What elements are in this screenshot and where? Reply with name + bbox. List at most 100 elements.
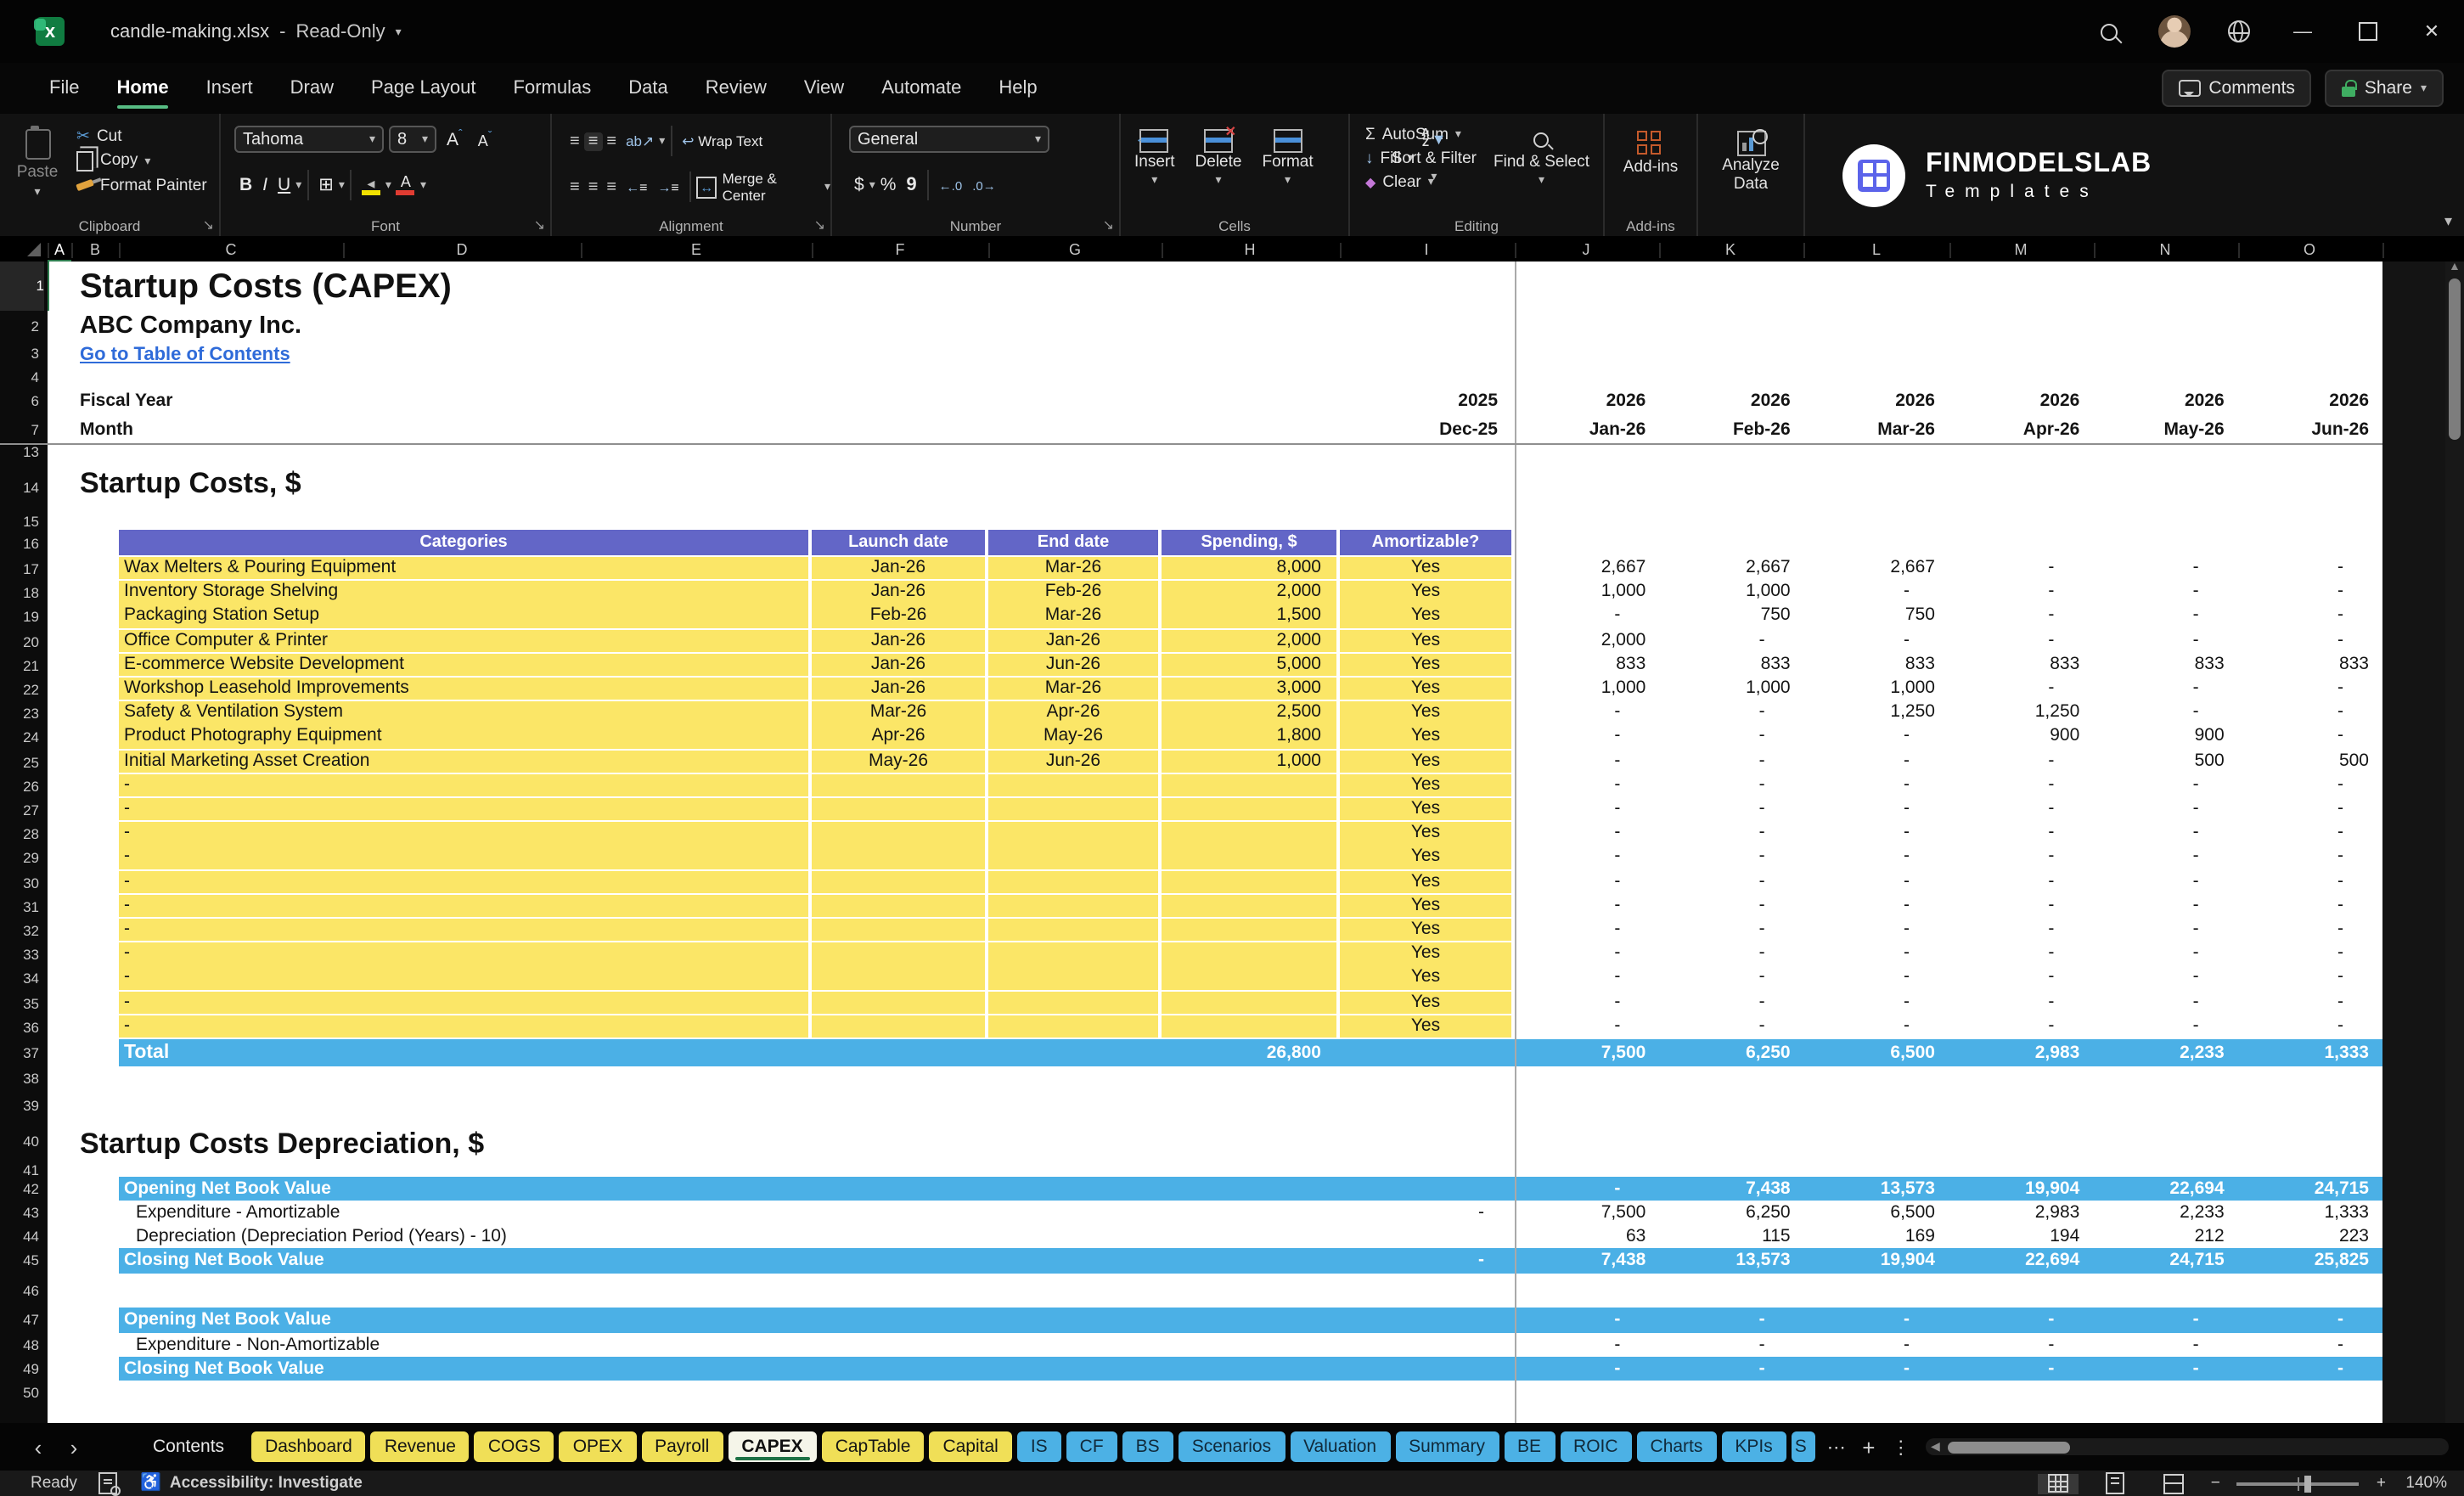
cell-monthly-value[interactable]: - bbox=[1804, 822, 1949, 845]
row-header-20[interactable]: 20 bbox=[0, 629, 39, 653]
dep-value-cell[interactable]: - bbox=[1949, 1357, 2093, 1381]
table-header-launch-date[interactable]: Launch date bbox=[812, 530, 985, 555]
cell-monthly-value[interactable]: - bbox=[1949, 919, 2093, 942]
insert-cells-button[interactable]: Insert▾ bbox=[1134, 129, 1175, 190]
row-header-40[interactable]: 40 bbox=[0, 1119, 39, 1165]
chevron-down-icon[interactable]: ▾ bbox=[339, 178, 345, 192]
cell-monthly-value[interactable]: - bbox=[2093, 895, 2237, 918]
row-header-6[interactable]: 6 bbox=[0, 387, 39, 416]
dep-value-cell[interactable]: 7,438 bbox=[1659, 1177, 1803, 1201]
column-header-J[interactable]: J bbox=[1583, 238, 1590, 262]
cell-monthly-value[interactable]: 750 bbox=[1659, 605, 1803, 628]
sheet-tab-kpis[interactable]: KPIs bbox=[1721, 1431, 1786, 1462]
dep-value-cell[interactable]: - bbox=[1804, 1357, 1949, 1381]
dep-row-label[interactable]: Expenditure - Amortizable bbox=[136, 1201, 849, 1224]
cell-monthly-value[interactable]: - bbox=[1949, 798, 2093, 821]
cell-launch-date[interactable]: Feb-26 bbox=[812, 605, 985, 628]
cell-category[interactable]: - bbox=[119, 1015, 808, 1038]
cell-monthly-value[interactable]: 2,667 bbox=[1515, 557, 1659, 580]
menu-tab-help[interactable]: Help bbox=[980, 63, 1055, 114]
cell-category[interactable]: - bbox=[119, 894, 808, 918]
borders-button[interactable]: ⊞ bbox=[313, 175, 339, 195]
cell-monthly-value[interactable]: 1,000 bbox=[1515, 581, 1659, 604]
addins-button[interactable]: Add-ins bbox=[1605, 131, 1696, 177]
cell-monthly-value[interactable]: - bbox=[1949, 967, 2093, 990]
cell-monthly-value[interactable]: - bbox=[1659, 991, 1803, 1014]
menu-tab-review[interactable]: Review bbox=[687, 63, 785, 114]
cell-spending[interactable]: 8,000 bbox=[1162, 557, 1336, 580]
menu-tab-home[interactable]: Home bbox=[98, 63, 187, 114]
dialog-launcher-icon[interactable]: ↘ bbox=[203, 217, 214, 233]
cell-monthly-value[interactable]: - bbox=[2093, 678, 2237, 700]
horizontal-scrollbar-thumb[interactable] bbox=[1948, 1441, 2070, 1453]
column-header-G[interactable]: G bbox=[1069, 238, 1081, 262]
share-button[interactable]: Share ▾ bbox=[2325, 70, 2444, 107]
sheet-tab-charts[interactable]: Charts bbox=[1636, 1431, 1717, 1462]
sheet-tab-cf[interactable]: CF bbox=[1066, 1431, 1117, 1462]
cell-spending[interactable]: 2,000 bbox=[1162, 581, 1336, 605]
column-header-O[interactable]: O bbox=[2304, 238, 2315, 262]
row-header-26[interactable]: 26 bbox=[0, 774, 39, 798]
cell-monthly-value[interactable]: - bbox=[1659, 798, 1803, 821]
cell-monthly-value[interactable]: - bbox=[2238, 895, 2382, 918]
dep-value-cell[interactable]: 22,694 bbox=[1949, 1248, 2093, 1274]
dep-value-cell[interactable]: 223 bbox=[2238, 1224, 2382, 1248]
dep-value-cell[interactable]: - bbox=[2238, 1357, 2382, 1381]
row-header-19[interactable]: 19 bbox=[0, 605, 39, 629]
cell-category[interactable]: E-commerce Website Development bbox=[119, 653, 808, 677]
increase-indent-button[interactable]: →≡ bbox=[652, 179, 684, 194]
account-avatar[interactable] bbox=[2141, 0, 2206, 63]
cell-monthly-value[interactable]: - bbox=[1949, 629, 2093, 652]
cell-category[interactable]: - bbox=[119, 966, 808, 990]
zoom-in-button[interactable]: + bbox=[2377, 1474, 2386, 1493]
chevron-down-icon[interactable]: ▾ bbox=[824, 180, 830, 194]
sheet-tab-valuation[interactable]: Valuation bbox=[1290, 1431, 1391, 1462]
wrap-text-button[interactable]: ↩ Wrap Text bbox=[677, 132, 768, 150]
cell-monthly-value[interactable]: - bbox=[2238, 846, 2382, 869]
cell-amortizable[interactable]: Yes bbox=[1340, 773, 1511, 797]
cell-monthly-value[interactable]: - bbox=[1515, 1015, 1659, 1038]
cell-monthly-value[interactable]: - bbox=[2238, 870, 2382, 893]
cell-amortizable[interactable]: Yes bbox=[1340, 605, 1511, 628]
dep-row-label[interactable]: Depreciation (Depreciation Period (Years… bbox=[136, 1224, 849, 1248]
chevron-down-icon[interactable]: ▾ bbox=[420, 178, 426, 192]
sort-filter-button[interactable]: A Z ▼ Sort & Filter ▾ bbox=[1392, 128, 1477, 190]
cell-amortizable[interactable]: Yes bbox=[1340, 846, 1511, 869]
dep-value-cell[interactable]: 169 bbox=[1804, 1224, 1949, 1248]
table-header-end-date[interactable]: End date bbox=[988, 530, 1158, 555]
column-header-I[interactable]: I bbox=[1424, 238, 1428, 262]
sheet-tab-is[interactable]: IS bbox=[1016, 1431, 1061, 1462]
collapse-ribbon-icon[interactable]: ▾ bbox=[2444, 212, 2452, 231]
cell-monthly-value[interactable]: - bbox=[1659, 726, 1803, 749]
cell-launch-date[interactable]: Apr-26 bbox=[812, 725, 985, 749]
row-header-23[interactable]: 23 bbox=[0, 701, 39, 725]
cell-monthly-value[interactable]: - bbox=[2238, 798, 2382, 821]
zoom-out-button[interactable]: − bbox=[2211, 1474, 2220, 1493]
cell-monthly-value[interactable]: 1,250 bbox=[1804, 701, 1949, 724]
row-header-32[interactable]: 32 bbox=[0, 919, 39, 942]
cell-monthly-value[interactable]: 2,667 bbox=[1659, 557, 1803, 580]
cell-launch-date[interactable] bbox=[812, 991, 985, 1014]
dialog-launcher-icon[interactable]: ↘ bbox=[534, 217, 545, 233]
cell-monthly-value[interactable]: - bbox=[1949, 870, 2093, 893]
row-header-34[interactable]: 34 bbox=[0, 967, 39, 991]
dep-value-cell[interactable]: 63 bbox=[1515, 1224, 1659, 1248]
cell-category[interactable]: - bbox=[119, 942, 808, 966]
font-size-select[interactable]: 8 ▾ bbox=[389, 126, 436, 153]
cell-launch-date[interactable] bbox=[812, 894, 985, 918]
menu-tab-automate[interactable]: Automate bbox=[863, 63, 980, 114]
row-header-18[interactable]: 18 bbox=[0, 581, 39, 605]
fiscal-year-cell[interactable]: 2026 bbox=[1659, 387, 1803, 416]
cell-category[interactable]: - bbox=[119, 846, 808, 869]
menu-tab-file[interactable]: File bbox=[31, 63, 98, 114]
dep-i-cell[interactable]: - bbox=[1340, 1201, 1511, 1224]
cell-amortizable[interactable]: Yes bbox=[1340, 557, 1511, 580]
analyze-data-button[interactable]: Analyze Data bbox=[1698, 129, 1803, 194]
cell-end-date[interactable] bbox=[988, 822, 1158, 846]
cell-launch-date[interactable]: Jan-26 bbox=[812, 557, 985, 580]
cell-spending[interactable] bbox=[1162, 919, 1336, 942]
cell-monthly-value[interactable]: - bbox=[2093, 870, 2237, 893]
sheet-tab-be[interactable]: BE bbox=[1504, 1431, 1555, 1462]
minimize-button[interactable]: — bbox=[2270, 0, 2335, 63]
month-cell[interactable]: Jan-26 bbox=[1515, 416, 1659, 443]
